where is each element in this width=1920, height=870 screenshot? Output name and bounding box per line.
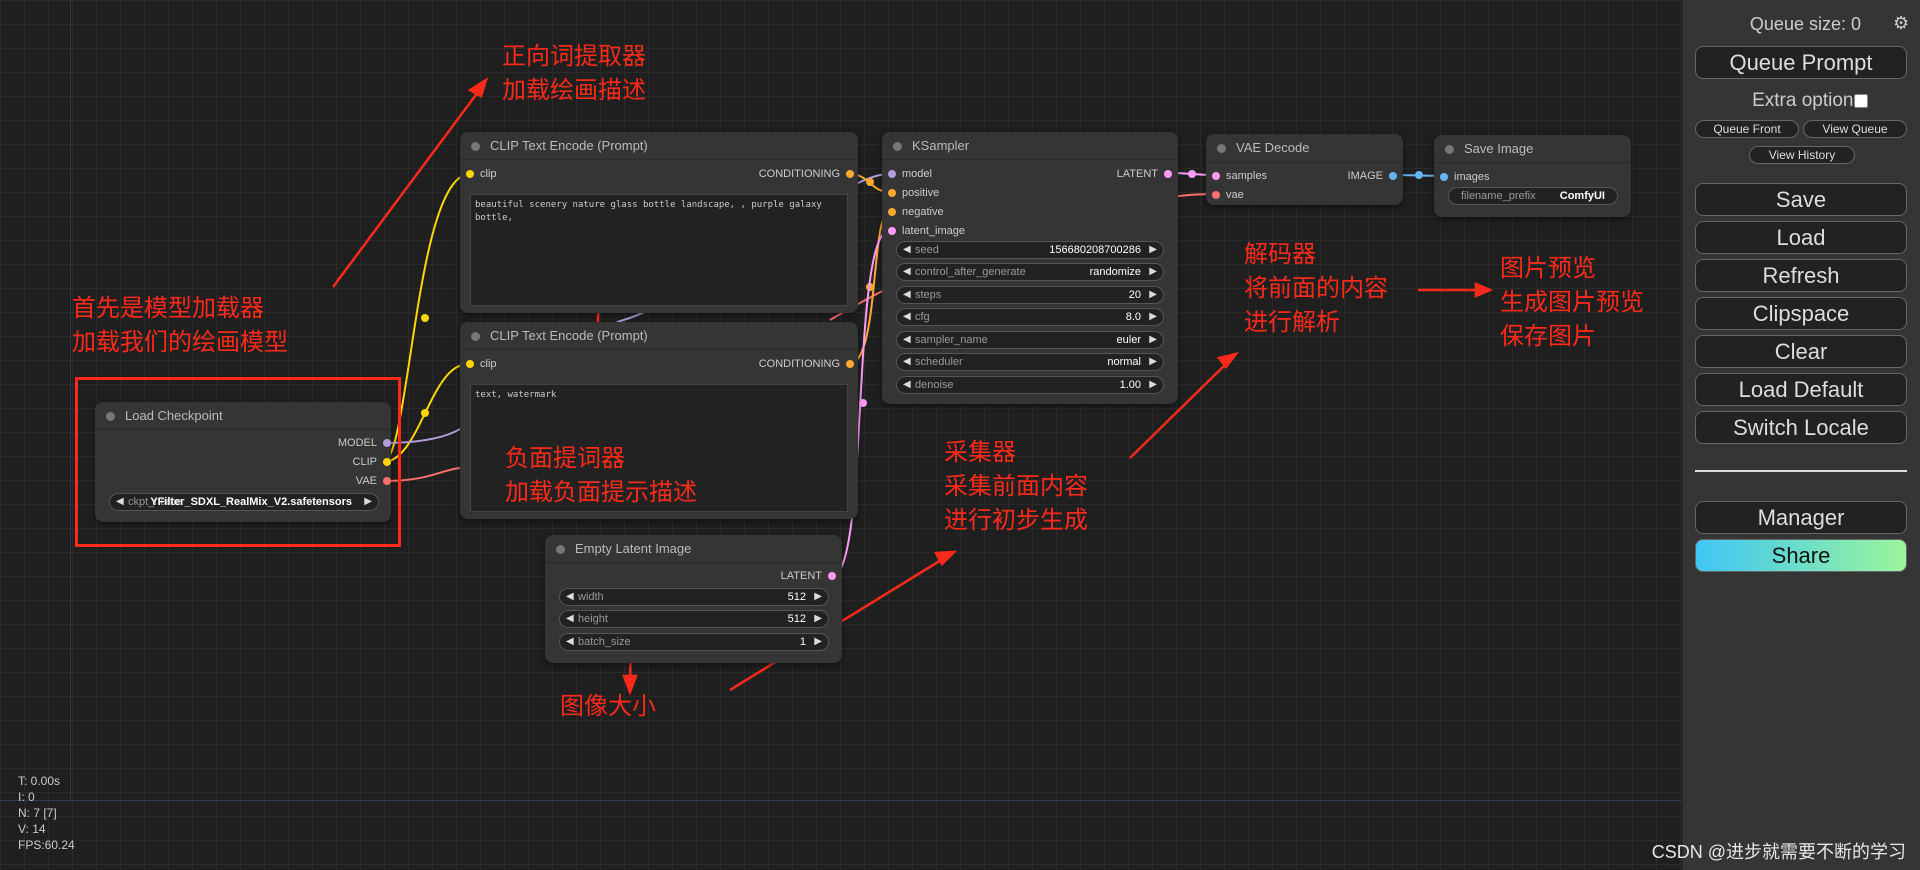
steps-widget[interactable]: ◀ steps 20 ▶	[896, 286, 1164, 304]
output-conditioning[interactable]: CONDITIONING	[759, 357, 854, 371]
arrow-right-icon[interactable]: ▶	[1149, 354, 1157, 370]
annotation-image-size: 图像大小	[560, 693, 656, 720]
load-button[interactable]: Load	[1695, 221, 1907, 254]
menu-divider	[1695, 470, 1907, 472]
watermark: CSDN @进步就需要不断的学习	[1651, 842, 1906, 862]
annotation-preview: 图片预览 生成图片预览 保存图片	[1500, 255, 1644, 350]
arrow-left-icon[interactable]: ◀	[903, 287, 911, 303]
arrow-left-icon[interactable]: ◀	[566, 611, 574, 627]
width-widget[interactable]: ◀ width 512 ▶	[559, 588, 829, 606]
arrow-left-icon[interactable]: ◀	[566, 634, 574, 650]
extra-options-label: Extra options	[1752, 90, 1863, 111]
output-image[interactable]: IMAGE	[1348, 169, 1397, 183]
control-after-generate-widget[interactable]: ◀ control_after_generate randomize ▶	[896, 263, 1164, 281]
filename-prefix-widget[interactable]: filename_prefix ComfyUI	[1448, 187, 1618, 205]
canvas-axis-horizontal	[0, 800, 1682, 801]
node-title: Empty Latent Image	[545, 535, 842, 563]
arrow-right-icon[interactable]: ▶	[1149, 309, 1157, 325]
cfg-widget[interactable]: ◀ cfg 8.0 ▶	[896, 308, 1164, 326]
annotation-positive: 正向词提取器 加载绘画描述	[502, 43, 646, 104]
scheduler-widget[interactable]: ◀ scheduler normal ▶	[896, 353, 1164, 371]
arrow-left-icon[interactable]: ◀	[903, 309, 911, 325]
arrow-right-icon[interactable]: ▶	[1149, 287, 1157, 303]
arrow-left-icon[interactable]: ◀	[903, 354, 911, 370]
clear-button[interactable]: Clear	[1695, 335, 1907, 368]
node-clip-text-encode-positive[interactable]: CLIP Text Encode (Prompt) clip CONDITION…	[460, 132, 858, 313]
arrow-left-icon[interactable]: ◀	[903, 332, 911, 348]
arrow-right-icon[interactable]: ▶	[1149, 264, 1157, 280]
annotation-sampler: 采集器 采集前面内容 进行初步生成	[944, 439, 1088, 534]
input-images[interactable]: images	[1440, 170, 1489, 184]
height-widget[interactable]: ◀ height 512 ▶	[559, 610, 829, 628]
output-latent[interactable]: LATENT	[781, 569, 836, 583]
input-clip[interactable]: clip	[466, 357, 497, 371]
arrow-left-icon[interactable]: ◀	[903, 242, 911, 258]
output-latent[interactable]: LATENT	[1117, 167, 1172, 181]
manager-button[interactable]: Manager	[1695, 501, 1907, 534]
view-queue-button[interactable]: View Queue	[1803, 120, 1907, 138]
arrow-left-icon[interactable]: ◀	[903, 377, 911, 393]
input-positive[interactable]: positive	[888, 186, 939, 200]
save-button[interactable]: Save	[1695, 183, 1907, 216]
prompt-textarea[interactable]: beautiful scenery nature glass bottle la…	[470, 194, 848, 306]
input-vae[interactable]: vae	[1212, 188, 1244, 202]
load-default-button[interactable]: Load Default	[1695, 373, 1907, 406]
arrow-left-icon[interactable]: ◀	[566, 589, 574, 605]
arrow-right-icon[interactable]: ▶	[814, 589, 822, 605]
share-button[interactable]: Share	[1695, 539, 1907, 572]
highlight-box-model-loader	[75, 377, 401, 547]
arrow-right-icon[interactable]: ▶	[814, 611, 822, 627]
arrow-right-icon[interactable]: ▶	[1149, 377, 1157, 393]
refresh-button[interactable]: Refresh	[1695, 259, 1907, 292]
node-save-image[interactable]: Save Image images filename_prefix ComfyUI	[1434, 135, 1631, 217]
output-conditioning[interactable]: CONDITIONING	[759, 167, 854, 181]
input-samples[interactable]: samples	[1212, 169, 1267, 183]
batch-size-widget[interactable]: ◀ batch_size 1 ▶	[559, 633, 829, 651]
switch-locale-button[interactable]: Switch Locale	[1695, 411, 1907, 444]
arrow-left-icon[interactable]: ◀	[903, 264, 911, 280]
node-title: Save Image	[1434, 135, 1631, 163]
stat-i: I: 0	[18, 790, 35, 804]
clipspace-button[interactable]: Clipspace	[1695, 297, 1907, 330]
stat-fps: FPS:60.24	[18, 838, 75, 852]
node-title: KSampler	[882, 132, 1178, 160]
node-canvas[interactable]: Load Checkpoint MODEL CLIP VAE ◀ ckpt_na…	[0, 0, 1682, 870]
extra-options-checkbox[interactable]	[1854, 94, 1868, 108]
render-stats: T: 0.00s I: 0 N: 7 [7] V: 14 FPS:60.24	[18, 773, 75, 853]
input-latent-image[interactable]: latent_image	[888, 224, 965, 238]
node-ksampler[interactable]: KSampler model positive negative latent_…	[882, 132, 1178, 404]
node-title: CLIP Text Encode (Prompt)	[460, 132, 858, 160]
input-model[interactable]: model	[888, 167, 932, 181]
queue-front-button[interactable]: Queue Front	[1695, 120, 1799, 138]
view-history-button[interactable]: View History	[1749, 146, 1855, 164]
seed-widget[interactable]: ◀ seed 156680208700286 ▶	[896, 241, 1164, 259]
node-title: VAE Decode	[1206, 134, 1403, 162]
side-menu: Queue size: 0 ⚙ Queue Prompt Extra optio…	[1682, 0, 1920, 870]
node-vae-decode[interactable]: VAE Decode samples vae IMAGE	[1206, 134, 1403, 205]
annotation-decoder: 解码器 将前面的内容 进行解析	[1244, 241, 1388, 336]
sampler-name-widget[interactable]: ◀ sampler_name euler ▶	[896, 331, 1164, 349]
arrow-right-icon[interactable]: ▶	[1149, 242, 1157, 258]
arrow-right-icon[interactable]: ▶	[814, 634, 822, 650]
node-title: CLIP Text Encode (Prompt)	[460, 322, 858, 350]
stat-nodes: N: 7 [7]	[18, 806, 57, 820]
input-clip[interactable]: clip	[466, 167, 497, 181]
stat-time: T: 0.00s	[18, 774, 61, 788]
arrow-right-icon[interactable]: ▶	[1149, 332, 1157, 348]
stat-v: V: 14	[18, 822, 46, 836]
annotation-model-loader: 首先是模型加载器 加载我们的绘画模型	[72, 295, 288, 356]
queue-prompt-button[interactable]: Queue Prompt	[1695, 46, 1907, 79]
queue-size-label: Queue size: 0	[1749, 14, 1861, 34]
annotation-negative: 负面提词器 加载负面提示描述	[505, 445, 697, 506]
input-negative[interactable]: negative	[888, 205, 944, 219]
denoise-widget[interactable]: ◀ denoise 1.00 ▶	[896, 376, 1164, 394]
gear-icon[interactable]: ⚙	[1893, 13, 1909, 34]
canvas-axis-vertical	[70, 0, 71, 800]
node-empty-latent-image[interactable]: Empty Latent Image LATENT ◀ width 512 ▶ ◀ he…	[545, 535, 842, 663]
